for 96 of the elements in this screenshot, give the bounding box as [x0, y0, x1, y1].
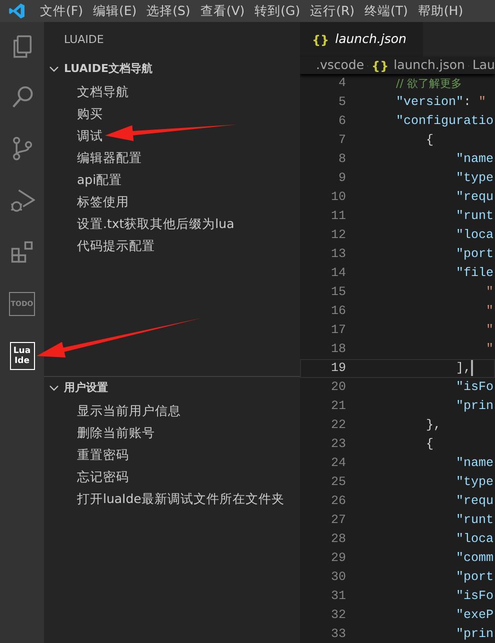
- line-number: 22: [330, 417, 346, 434]
- line-number: 31: [330, 588, 346, 605]
- tree-item[interactable]: 购买: [77, 106, 103, 121]
- activity-bar-slot[interactable]: Lua Ide: [0, 330, 44, 382]
- tree-item[interactable]: 调试: [77, 128, 103, 143]
- code-line: "type: [455, 170, 494, 187]
- line-number: 13: [330, 246, 346, 263]
- sidebar-title: LUAIDE: [63, 32, 105, 48]
- code-line: },: [425, 417, 442, 434]
- line-number: 25: [330, 474, 346, 491]
- code-line: "name: [455, 151, 494, 168]
- section-header[interactable]: 用户设置: [44, 377, 300, 399]
- line-number: 28: [330, 531, 346, 548]
- line-number: 30: [330, 569, 346, 586]
- line-number: 10: [330, 189, 346, 206]
- line-number: 14: [330, 265, 346, 282]
- code-line: "isFo: [455, 379, 494, 396]
- code-line: "requ: [455, 493, 494, 510]
- tree-item[interactable]: 重置密码: [77, 447, 129, 462]
- line-number: 16: [330, 303, 346, 320]
- tree-item[interactable]: 代码提示配置: [77, 238, 155, 253]
- code-line: ],: [455, 359, 473, 378]
- menu-item[interactable]: 编辑(E): [88, 0, 142, 22]
- code-line: "exeP: [455, 607, 494, 624]
- code-line: ": [485, 303, 494, 320]
- menu-item[interactable]: 选择(S): [142, 0, 196, 22]
- menu-item[interactable]: 转到(G): [250, 0, 306, 22]
- line-number: 18: [330, 341, 346, 358]
- breadcrumb-item[interactable]: launch.json: [394, 56, 465, 75]
- line-number: 26: [330, 493, 346, 510]
- menu-item[interactable]: 运行(R): [305, 0, 360, 22]
- code-line: "comm: [455, 550, 494, 567]
- code-line: "configuratio: [395, 113, 494, 130]
- code-line: "type: [455, 474, 494, 491]
- tree-item[interactable]: 显示当前用户信息: [77, 403, 181, 418]
- line-number: 8: [337, 151, 346, 168]
- line-number: 5: [337, 94, 346, 111]
- code-line: "runt: [455, 208, 494, 225]
- line-number: 20: [330, 379, 346, 396]
- code-line: ": [485, 284, 494, 301]
- line-number: 17: [330, 322, 346, 339]
- line-number: 27: [330, 512, 346, 529]
- blocks-icon[interactable]: [9, 239, 35, 265]
- tree-item[interactable]: 文档导航: [77, 84, 129, 99]
- code-line: ": [485, 322, 494, 339]
- line-number: 23: [330, 436, 346, 453]
- code-line: // 欲了解更多: [395, 76, 462, 92]
- tree-item[interactable]: 设置.txt获取其他后缀为lua: [77, 216, 234, 231]
- app-logo-icon: [8, 2, 26, 20]
- line-number: 32: [330, 607, 346, 624]
- line-number: 6: [337, 113, 346, 130]
- json-icon: {}: [372, 56, 389, 74]
- run-debug-icon[interactable]: [9, 187, 35, 213]
- editor-tab[interactable]: {} launch.json: [300, 22, 423, 57]
- code-line: "loca: [455, 531, 494, 548]
- line-number: 33: [330, 626, 346, 643]
- menu-item[interactable]: 终端(T): [360, 0, 413, 22]
- menu-item[interactable]: 帮助(H): [412, 0, 468, 22]
- line-number: 9: [337, 170, 346, 187]
- line-number: 7: [337, 132, 346, 149]
- code-line: "requ: [455, 189, 494, 206]
- line-number: 15: [330, 284, 346, 301]
- code-line: "port: [455, 569, 494, 586]
- code-line: "isFo: [455, 588, 494, 605]
- line-number: 19: [330, 360, 346, 377]
- code-line: "loca: [455, 227, 494, 244]
- line-number: 12: [330, 227, 346, 244]
- code-line: "port: [455, 246, 494, 263]
- section-header[interactable]: LUAIDE文档导航: [44, 58, 300, 80]
- code-line: "prin: [455, 626, 494, 643]
- code-line: "runt: [455, 512, 494, 529]
- tree-item[interactable]: 标签使用: [77, 194, 129, 209]
- line-number: 11: [330, 208, 346, 225]
- line-number: 4: [337, 75, 346, 92]
- menu-item[interactable]: 文件(F): [35, 0, 88, 22]
- code-line: "version": ": [395, 94, 486, 111]
- code-line: {: [425, 132, 434, 149]
- code-line: "file: [455, 265, 494, 282]
- tree-item[interactable]: 打开luaIde最新调试文件所在文件夹: [77, 491, 284, 506]
- tree-item[interactable]: 忘记密码: [77, 469, 129, 484]
- line-number: 21: [330, 398, 346, 415]
- code-line: "prin: [455, 398, 494, 415]
- text-cursor: [471, 360, 473, 376]
- breadcrumb-item[interactable]: .vscode: [316, 56, 364, 75]
- tree-item[interactable]: api配置: [77, 172, 122, 187]
- json-icon: {}: [312, 30, 330, 48]
- menu-item[interactable]: 查看(V): [195, 0, 250, 22]
- line-number: 24: [330, 455, 346, 472]
- code-line: {: [425, 436, 434, 453]
- code-line: "name: [455, 455, 494, 472]
- line-number: 29: [330, 550, 346, 567]
- tree-item[interactable]: 编辑器配置: [77, 150, 142, 165]
- lua-ide-icon[interactable]: Lua Ide: [10, 342, 34, 370]
- tree-item[interactable]: 删除当前账号: [77, 425, 155, 440]
- breadcrumb-item[interactable]: Lau: [472, 56, 495, 75]
- code-line: ": [485, 341, 494, 358]
